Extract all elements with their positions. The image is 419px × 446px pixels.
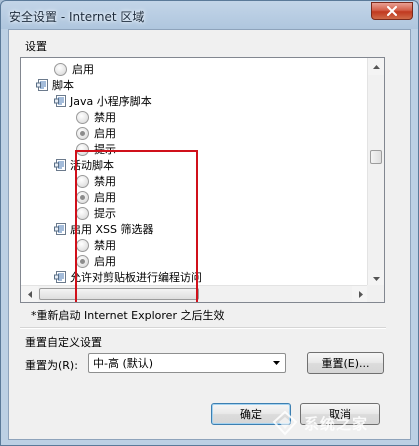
reset-button[interactable]: 重置(E)... — [307, 352, 384, 374]
reset-button-label: 重置(E)... — [321, 357, 370, 370]
settings-page-icon — [36, 78, 50, 92]
settings-category[interactable]: Java 小程序脚本 — [54, 93, 152, 109]
tree-row-label: 启用 — [72, 63, 94, 76]
ok-button-label: 确定 — [240, 408, 262, 421]
tree-row-label: 禁用 — [94, 175, 116, 188]
radio-option[interactable]: 提示 — [76, 205, 116, 221]
radio-option[interactable]: 禁用 — [76, 173, 116, 189]
watermark-text: 系统之家 — [304, 414, 369, 433]
site-watermark: 系统之家 — [272, 400, 419, 446]
tree-row-label: 禁用 — [94, 111, 116, 124]
radio-button-checked[interactable] — [76, 126, 89, 140]
radio-option[interactable]: 禁用 — [76, 237, 116, 253]
tree-row-label: 禁用 — [94, 239, 116, 252]
settings-group-label: 设置 — [25, 40, 47, 53]
watermark-logo-icon — [272, 410, 298, 436]
reset-level-dropdown[interactable]: 中-高 (默认) — [88, 353, 286, 373]
arrow-down-icon — [372, 276, 380, 281]
tree-row-label: 启用 — [94, 255, 116, 268]
tree-row-label: 提示 — [94, 143, 116, 156]
radio-button[interactable] — [76, 206, 89, 220]
settings-page-icon — [54, 270, 68, 284]
horizontal-scrollbar[interactable] — [21, 285, 369, 302]
restart-note: *重新启动 Internet Explorer 之后生效 — [31, 309, 225, 322]
tree-row-label: 允许对剪贴板进行编程访问 — [70, 271, 202, 284]
radio-button[interactable] — [76, 174, 89, 188]
reset-level-value: 中-高 (默认) — [93, 357, 154, 370]
reset-to-label: 重置为(R): — [25, 359, 78, 372]
window-title: 安全设置 - Internet 区域 — [9, 10, 145, 24]
scroll-up-button[interactable] — [368, 58, 384, 75]
settings-tree-rows: 启用 脚本 Java 小程序脚本 禁用 启用 提示 活动脚本 禁用 启用 提示 启用 XSS 筛选器… — [21, 58, 369, 287]
scroll-left-button[interactable] — [21, 286, 38, 302]
radio-button[interactable] — [76, 142, 89, 156]
vertical-scroll-thumb[interactable] — [370, 150, 382, 164]
dropdown-button[interactable] — [268, 354, 285, 372]
radio-button[interactable] — [54, 62, 67, 76]
settings-category[interactable]: 允许对剪贴板进行编程访问 — [54, 269, 202, 285]
radio-option[interactable]: 启用 — [54, 61, 94, 77]
chevron-down-icon — [273, 361, 280, 365]
close-icon — [387, 6, 397, 16]
radio-option[interactable]: 启用 — [76, 125, 116, 141]
settings-category[interactable]: 脚本 — [36, 77, 74, 93]
tree-row-label: Java 小程序脚本 — [70, 95, 152, 108]
radio-option[interactable]: 启用 — [76, 189, 116, 205]
tree-row-label: 活动脚本 — [70, 159, 114, 172]
tree-row-label: 提示 — [94, 207, 116, 220]
reset-group-label: 重置自定义设置 — [25, 336, 102, 349]
settings-category[interactable]: 活动脚本 — [54, 157, 114, 173]
settings-page-icon — [54, 158, 68, 172]
radio-button-checked[interactable] — [76, 254, 89, 268]
settings-category[interactable]: 启用 XSS 筛选器 — [54, 221, 154, 237]
scrollbar-corner — [367, 285, 384, 302]
radio-button[interactable] — [76, 238, 89, 252]
title-bar[interactable]: 安全设置 - Internet 区域 — [1, 1, 418, 29]
settings-page-icon — [54, 94, 68, 108]
tree-row-label: 启用 — [94, 127, 116, 140]
group-separator — [20, 327, 386, 329]
tree-row-label: 启用 — [94, 191, 116, 204]
radio-option[interactable]: 提示 — [76, 141, 116, 157]
radio-option[interactable]: 启用 — [76, 253, 116, 269]
arrow-left-icon — [27, 290, 32, 298]
arrow-right-icon — [358, 290, 363, 298]
arrow-up-icon — [372, 64, 380, 69]
horizontal-scroll-thumb[interactable] — [39, 288, 199, 300]
radio-option[interactable]: 禁用 — [76, 109, 116, 125]
close-button[interactable] — [371, 2, 413, 20]
radio-button[interactable] — [76, 110, 89, 124]
settings-tree[interactable]: 启用 脚本 Java 小程序脚本 禁用 启用 提示 活动脚本 禁用 启用 提示 启用 XSS 筛选器… — [20, 57, 385, 303]
tree-row-label: 脚本 — [52, 79, 74, 92]
radio-button-checked[interactable] — [76, 190, 89, 204]
tree-row-label: 启用 XSS 筛选器 — [70, 223, 154, 236]
vertical-scrollbar[interactable] — [367, 58, 384, 287]
settings-page-icon — [54, 222, 68, 236]
